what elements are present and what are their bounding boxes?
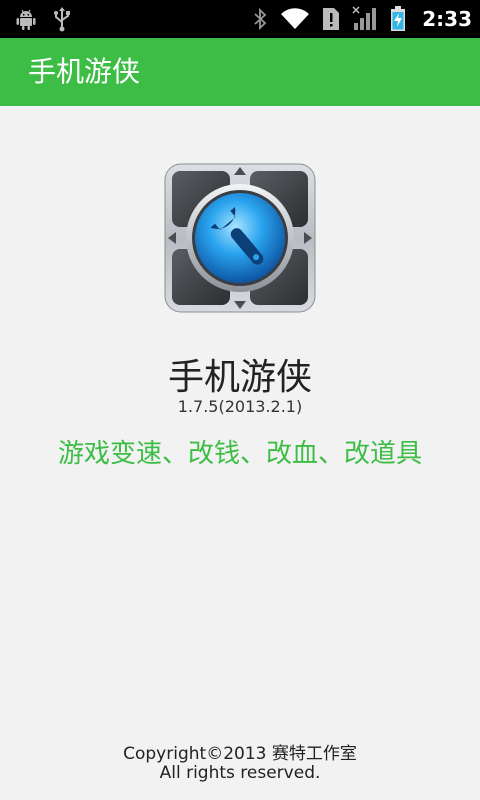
status-bar-left — [14, 0, 72, 38]
app-tagline: 游戏变速、改钱、改血、改道具 — [57, 439, 422, 469]
battery-charging-icon — [391, 6, 406, 31]
title-bar: 手机游侠 — [0, 38, 480, 106]
page-title: 手机游侠 — [28, 55, 141, 88]
app-name: 手机游侠 — [167, 357, 312, 398]
status-time: 2:33 — [422, 7, 472, 31]
status-bar: 2:33 — [0, 0, 480, 38]
wrench-gamepad-icon — [164, 163, 316, 313]
wifi-icon — [281, 8, 310, 30]
about-screen: 2:33 手机游侠 手机游侠 1.7.5(2013.2.1) 游戏变速、改钱、改… — [0, 0, 480, 800]
usb-icon — [54, 7, 70, 32]
app-version: 1.7.5(2013.2.1) — [177, 397, 303, 416]
bluetooth-icon — [254, 7, 267, 31]
footer-copyright: Copyright©2013 赛特工作室 — [123, 744, 357, 764]
sim-alert-icon — [323, 8, 340, 30]
signal-icon — [352, 6, 377, 30]
android-debug-icon — [16, 9, 36, 30]
status-bar-right: 2:33 — [252, 0, 472, 38]
footer-rights: All rights reserved. — [159, 763, 321, 783]
